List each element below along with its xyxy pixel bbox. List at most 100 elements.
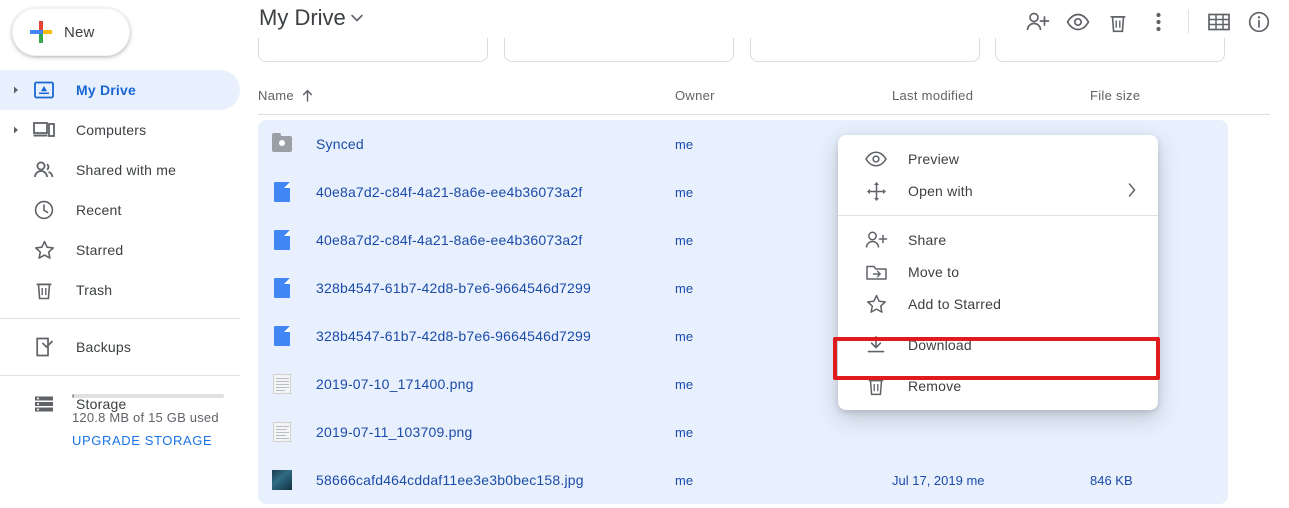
sidebar-nav: My Drive Computers (0, 70, 240, 424)
google-doc-icon (270, 180, 294, 204)
backup-icon (32, 335, 56, 359)
context-menu-item-move-to[interactable]: Move to (838, 256, 1158, 288)
expand-arrow-icon[interactable] (8, 85, 24, 95)
context-menu: Preview Open with (838, 135, 1158, 410)
file-name: 40e8a7d2-c84f-4a21-8a6e-ee4b36073a2f (316, 232, 582, 248)
quick-access-card[interactable] (258, 38, 488, 62)
star-icon (864, 292, 888, 316)
sidebar-item-my-drive[interactable]: My Drive (0, 70, 240, 110)
sidebar-item-label: Computers (76, 122, 146, 138)
expand-arrow-icon[interactable] (8, 125, 24, 135)
file-owner: me (675, 185, 693, 200)
page-title[interactable]: My Drive (259, 5, 346, 31)
sidebar-item-label: Recent (76, 202, 122, 218)
open-with-icon (864, 179, 888, 203)
toolbar-divider (1188, 10, 1189, 34)
column-header-name[interactable]: Name (258, 88, 313, 103)
quick-access-card[interactable] (995, 38, 1225, 62)
table-row[interactable]: 58666cafd464cddaf11ee3e3b0bec158.jpg me … (258, 456, 1228, 504)
context-menu-spacer (838, 362, 1158, 370)
quick-access-card[interactable] (504, 38, 734, 62)
file-name: Synced (316, 136, 364, 152)
sidebar-divider (0, 318, 240, 319)
more-vert-icon[interactable] (1138, 4, 1178, 40)
star-icon (32, 238, 56, 262)
shared-folder-icon (270, 132, 294, 156)
add-person-icon (864, 228, 888, 252)
file-size: 846 KB (1090, 473, 1133, 488)
storage-progress-fill (72, 394, 74, 398)
context-menu-item-label: Download (908, 337, 972, 353)
file-owner: me (675, 281, 693, 296)
file-owner: me (675, 425, 693, 440)
sidebar-divider (0, 375, 240, 376)
drive-icon (32, 78, 56, 102)
column-headers: Name Owner Last modified File size (240, 88, 1289, 120)
file-owner: me (675, 473, 693, 488)
file-owner: me (675, 137, 693, 152)
column-header-owner[interactable]: Owner (675, 88, 715, 103)
arrow-up-icon (302, 89, 313, 102)
context-menu-item-remove[interactable]: Remove (838, 370, 1158, 402)
file-name: 58666cafd464cddaf11ee3e3b0bec158.jpg (316, 472, 584, 488)
file-name: 328b4547-61b7-42d8-b7e6-9664546d7299 (316, 328, 591, 344)
context-menu-item-label: Share (908, 232, 946, 248)
trash-icon[interactable] (1098, 4, 1138, 40)
sidebar-item-label: Backups (76, 339, 131, 355)
eye-icon (864, 147, 888, 171)
context-menu-item-download[interactable]: Download (838, 328, 1158, 362)
context-menu-divider (838, 215, 1158, 216)
column-header-size[interactable]: File size (1090, 88, 1140, 103)
header-divider (258, 114, 1270, 115)
sidebar: New My Drive (0, 0, 240, 508)
file-name: 2019-07-10_171400.png (316, 376, 474, 392)
move-to-icon (864, 260, 888, 284)
context-menu-spacer (838, 320, 1158, 328)
sidebar-item-starred[interactable]: Starred (0, 230, 240, 270)
file-name: 2019-07-11_103709.png (316, 424, 473, 440)
sidebar-item-label: Trash (76, 282, 112, 298)
trash-icon (32, 278, 56, 302)
file-owner: me (675, 329, 693, 344)
computer-icon (32, 118, 56, 142)
grid-view-icon[interactable] (1199, 4, 1239, 40)
eye-icon[interactable] (1058, 4, 1098, 40)
sidebar-item-label: My Drive (76, 82, 136, 98)
sidebar-item-label: Starred (76, 242, 123, 258)
storage-progress-bar (72, 394, 224, 398)
info-icon[interactable] (1239, 4, 1279, 40)
context-menu-item-label: Open with (908, 183, 973, 199)
toolbar-actions (1018, 4, 1279, 40)
column-header-name-label: Name (258, 88, 294, 103)
download-icon (864, 333, 888, 357)
clock-icon (32, 198, 56, 222)
google-plus-icon (30, 21, 52, 43)
google-doc-icon (270, 228, 294, 252)
quick-access-card[interactable] (750, 38, 980, 62)
table-row[interactable]: 2019-07-11_103709.png me (258, 408, 1228, 456)
context-menu-item-add-to-starred[interactable]: Add to Starred (838, 288, 1158, 320)
context-menu-item-preview[interactable]: Preview (838, 143, 1158, 175)
google-doc-icon (270, 276, 294, 300)
upgrade-storage-link[interactable]: UPGRADE STORAGE (72, 433, 240, 448)
column-header-modified[interactable]: Last modified (892, 88, 973, 103)
chevron-down-icon[interactable] (351, 14, 363, 22)
sidebar-item-label: Shared with me (76, 162, 176, 178)
context-menu-item-label: Preview (908, 151, 959, 167)
new-button[interactable]: New (12, 8, 130, 56)
context-menu-item-label: Move to (908, 264, 959, 280)
sidebar-item-computers[interactable]: Computers (0, 110, 240, 150)
sidebar-item-shared-with-me[interactable]: Shared with me (0, 150, 240, 190)
storage-summary: 120.8 MB of 15 GB used UPGRADE STORAGE (0, 388, 240, 448)
context-menu-item-open-with[interactable]: Open with (838, 175, 1158, 207)
sidebar-item-recent[interactable]: Recent (0, 190, 240, 230)
quick-access-row (240, 38, 1289, 64)
file-name: 328b4547-61b7-42d8-b7e6-9664546d7299 (316, 280, 591, 296)
sidebar-item-backups[interactable]: Backups (0, 327, 240, 367)
context-menu-item-share[interactable]: Share (838, 224, 1158, 256)
new-button-label: New (64, 24, 94, 41)
drive-app: New My Drive (0, 0, 1289, 508)
add-person-icon[interactable] (1018, 4, 1058, 40)
sidebar-item-trash[interactable]: Trash (0, 270, 240, 310)
top-bar: My Drive (240, 0, 1289, 42)
